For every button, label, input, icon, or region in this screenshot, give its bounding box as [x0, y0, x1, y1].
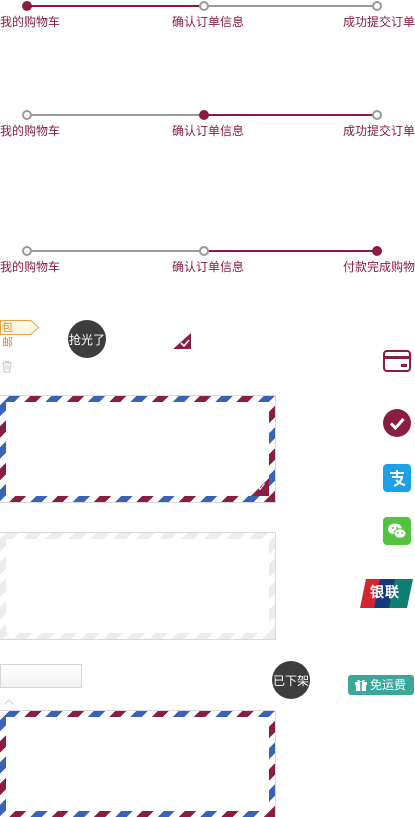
step-dot — [372, 110, 382, 120]
chevron-up-icon — [4, 690, 14, 705]
step-dot — [22, 110, 32, 120]
step-label-paid: 付款完成购物 — [343, 260, 415, 274]
off-shelf-badge: 已下架 — [272, 661, 310, 699]
progress-line — [27, 5, 204, 7]
step-dot — [199, 246, 209, 256]
free-shipping-label: 包邮 — [2, 321, 13, 349]
sold-out-badge: 抢光了 — [68, 320, 106, 358]
progress-stepper-confirm: 我的购物车 确认订单信息 成功提交订单 — [0, 110, 415, 150]
progress-line — [204, 250, 377, 252]
progress-line — [204, 114, 377, 116]
step-dot — [372, 1, 382, 11]
check-circle-icon[interactable] — [383, 409, 411, 437]
unionpay-label: 银联 — [370, 585, 400, 601]
progress-stepper-paid: 我的购物车 确认订单信息 付款完成购物 — [0, 246, 415, 286]
step-label-cart: 我的购物车 — [0, 15, 61, 29]
progress-line — [27, 114, 204, 116]
step-label-cart: 我的购物车 — [0, 124, 61, 138]
address-card-empty[interactable] — [0, 532, 276, 640]
step-label-cart: 我的购物车 — [0, 260, 61, 274]
wechat-pay-icon[interactable] — [383, 517, 411, 545]
free-freight-label: 免运费 — [370, 678, 407, 692]
step-label-submit: 成功提交订单 — [343, 124, 415, 138]
alipay-icon[interactable] — [383, 464, 411, 492]
progress-line — [27, 250, 204, 252]
trash-icon[interactable] — [1, 358, 13, 373]
step-dot — [22, 246, 32, 256]
progress-stepper-cart: 我的购物车 确认订单信息 成功提交订单 — [0, 1, 415, 41]
step-label-submit: 成功提交订单 — [343, 15, 415, 29]
gift-icon — [355, 679, 367, 691]
input-box[interactable] — [0, 664, 82, 688]
off-shelf-label: 已下架 — [272, 673, 309, 688]
address-card[interactable] — [0, 710, 276, 817]
step-label-confirm: 确认订单信息 — [172, 124, 245, 138]
step-dot-active — [199, 110, 209, 120]
unionpay-icon[interactable]: 银联 — [360, 579, 413, 608]
step-label-confirm: 确认订单信息 — [172, 15, 245, 29]
check-icon: ✓ — [256, 480, 267, 494]
step-dot-active — [22, 1, 32, 11]
step-dot — [199, 1, 209, 11]
credit-card-icon[interactable] — [383, 347, 411, 375]
selected-corner-icon — [173, 333, 191, 349]
address-card-selected[interactable]: ✓ — [0, 395, 276, 503]
free-freight-badge: 免运费 — [348, 675, 414, 695]
progress-line — [204, 5, 377, 7]
step-dot-active — [372, 246, 382, 256]
sold-out-label: 抢光了 — [68, 332, 105, 347]
step-label-confirm: 确认订单信息 — [172, 260, 245, 274]
